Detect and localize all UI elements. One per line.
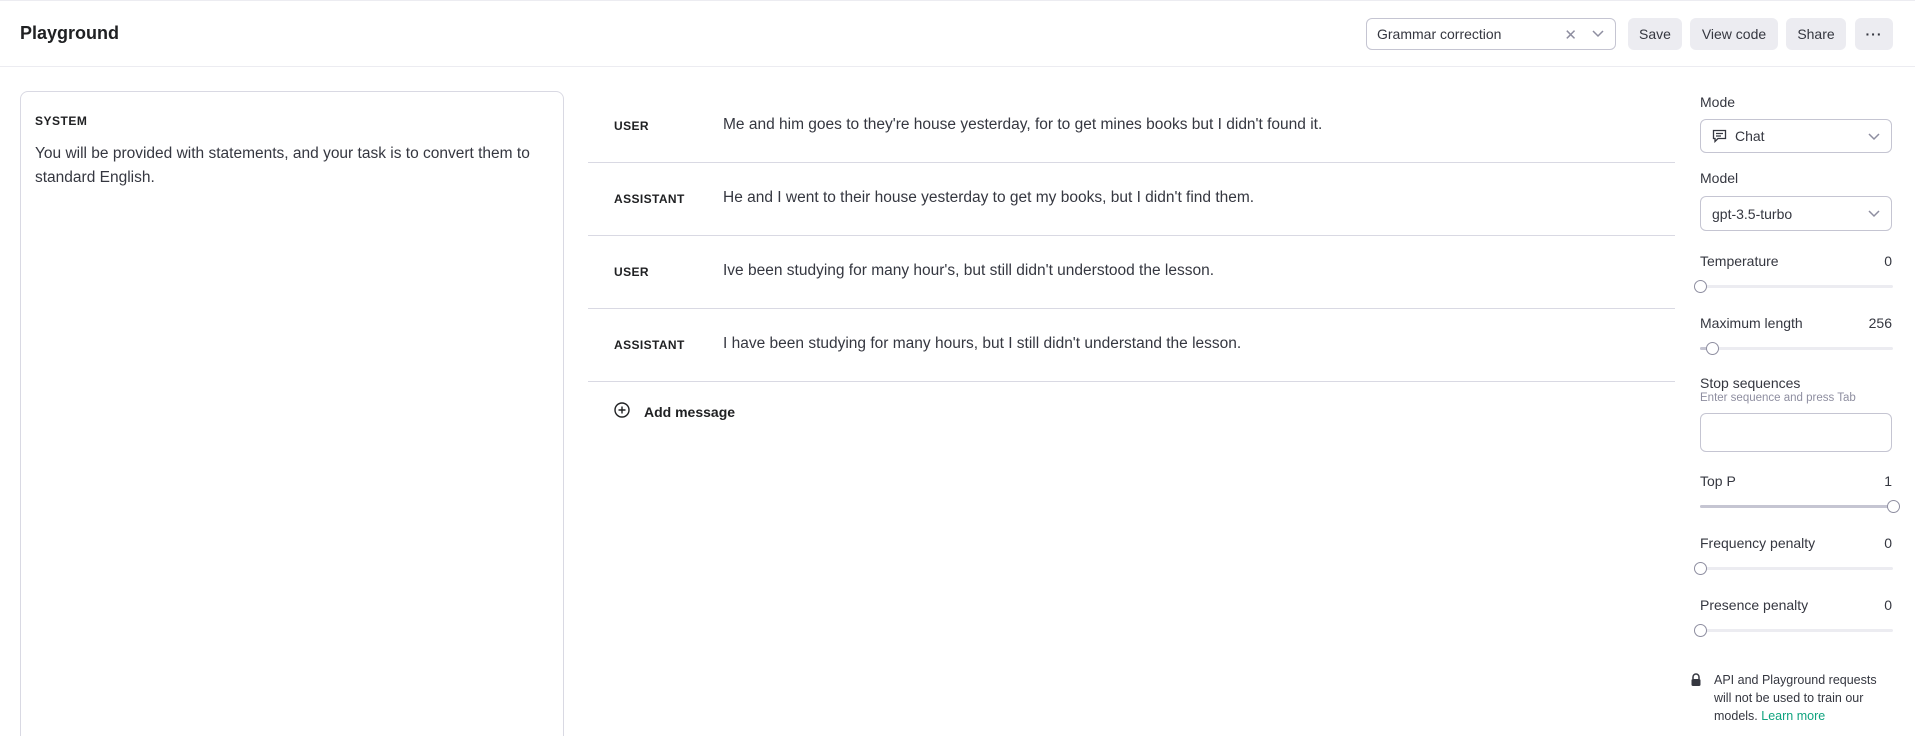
message-role[interactable]: ASSISTANT	[614, 338, 685, 352]
chat-icon	[1712, 129, 1727, 143]
model-value: gpt-3.5-turbo	[1712, 205, 1793, 222]
presence-penalty-value[interactable]: 0	[1884, 597, 1892, 613]
lock-icon	[1690, 673, 1702, 692]
top-p-label: Top P	[1700, 473, 1736, 489]
message-row: USER Me and him goes to they're house ye…	[588, 90, 1675, 163]
max-length-slider[interactable]	[1700, 342, 1893, 355]
mode-label: Mode	[1700, 94, 1736, 110]
temperature-value[interactable]: 0	[1884, 253, 1892, 269]
plus-circle-icon	[614, 402, 644, 421]
frequency-penalty-label: Frequency penalty	[1700, 535, 1816, 551]
system-label: SYSTEM	[35, 114, 88, 128]
message-row: ASSISTANT He and I went to their house y…	[588, 163, 1675, 236]
add-message-label: Add message	[644, 403, 736, 420]
slider-fill	[1700, 505, 1893, 508]
settings-sidebar: Mode Chat Model gpt-3.5-turbo Temperatur…	[1691, 0, 1900, 736]
mode-value: Chat	[1735, 128, 1765, 144]
chevron-down-icon[interactable]	[1591, 26, 1605, 43]
slider-thumb[interactable]	[1694, 280, 1707, 293]
privacy-notice-text: API and Playground requests will not be …	[1714, 671, 1896, 725]
chevron-down-icon	[1867, 129, 1881, 146]
frequency-penalty-value[interactable]: 0	[1884, 535, 1892, 551]
message-content[interactable]: I have been studying for many hours, but…	[723, 335, 1241, 353]
preset-value: Grammar correction	[1377, 26, 1502, 42]
preset-select[interactable]: Grammar correction ✕	[1366, 18, 1616, 50]
message-content[interactable]: Ive been studying for many hour's, but s…	[723, 262, 1214, 280]
message-role[interactable]: USER	[614, 265, 649, 279]
slider-track	[1700, 629, 1893, 632]
presence-penalty-label: Presence penalty	[1700, 597, 1809, 613]
temperature-label: Temperature	[1700, 253, 1779, 269]
stop-sequences-label: Stop sequences	[1700, 375, 1801, 391]
slider-thumb[interactable]	[1887, 500, 1900, 513]
message-content[interactable]: He and I went to their house yesterday t…	[723, 189, 1254, 207]
stop-sequences-hint: Enter sequence and press Tab	[1700, 392, 1856, 404]
mode-select[interactable]: Chat	[1700, 119, 1892, 153]
slider-thumb[interactable]	[1694, 624, 1707, 637]
slider-track	[1700, 567, 1893, 570]
stop-sequences-input[interactable]	[1700, 413, 1892, 452]
add-message-button[interactable]: Add message	[614, 402, 735, 421]
message-role[interactable]: ASSISTANT	[614, 192, 685, 206]
learn-more-link[interactable]: Learn more	[1761, 709, 1825, 723]
model-label: Model	[1700, 170, 1739, 186]
model-select[interactable]: gpt-3.5-turbo	[1700, 196, 1892, 231]
page-title: Playground	[20, 23, 120, 43]
frequency-penalty-slider[interactable]	[1694, 562, 1893, 575]
temperature-slider[interactable]	[1694, 280, 1893, 293]
save-button[interactable]: Save	[1628, 18, 1682, 50]
clear-icon[interactable]: ✕	[1564, 26, 1577, 44]
slider-track	[1700, 347, 1893, 350]
top-p-slider[interactable]	[1700, 500, 1900, 513]
slider-thumb[interactable]	[1694, 562, 1707, 575]
max-length-label: Maximum length	[1700, 315, 1803, 331]
max-length-value[interactable]: 256	[1869, 315, 1892, 331]
top-bar: Playground Grammar correction ✕ Save Vie…	[0, 0, 1915, 67]
presence-penalty-slider[interactable]	[1694, 624, 1893, 637]
message-content[interactable]: Me and him goes to they're house yesterd…	[723, 116, 1322, 134]
system-prompt-panel[interactable]: SYSTEM You will be provided with stateme…	[20, 91, 564, 736]
slider-thumb[interactable]	[1705, 342, 1719, 355]
chevron-down-icon	[1867, 206, 1881, 223]
top-p-value[interactable]: 1	[1884, 473, 1892, 489]
message-role[interactable]: USER	[614, 119, 649, 133]
message-row: ASSISTANT I have been studying for many …	[588, 309, 1675, 382]
message-list: USER Me and him goes to they're house ye…	[588, 90, 1675, 420]
system-prompt-text[interactable]: You will be provided with statements, an…	[35, 142, 549, 190]
message-row: USER Ive been studying for many hour's, …	[588, 236, 1675, 309]
slider-track	[1700, 285, 1893, 288]
